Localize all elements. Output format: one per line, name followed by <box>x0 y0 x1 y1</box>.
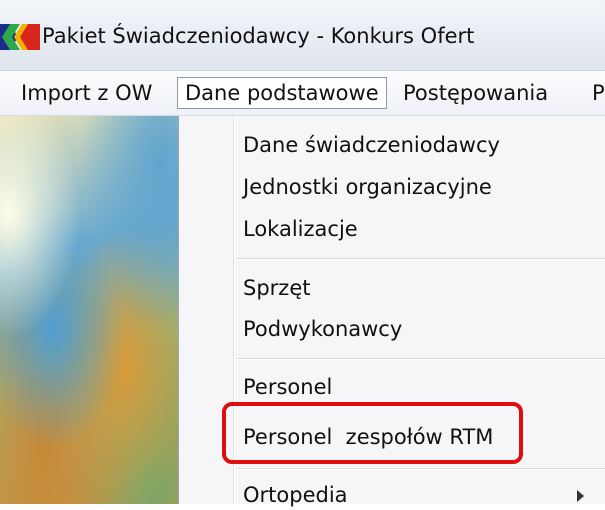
menu-item-lokalizacje[interactable]: Lokalizacje <box>243 214 358 244</box>
menu-item-jednostki-organizacyjne[interactable]: Jednostki organizacyjne <box>243 172 492 202</box>
window-title: Pakiet Świadczeniodawcy - Konkurs Ofert <box>42 24 475 48</box>
menu-separator <box>237 258 605 260</box>
title-bar: Pakiet Świadczeniodawcy - Konkurs Ofert <box>0 0 605 71</box>
menu-item-dane-swiadczeniodawcy[interactable]: Dane świadczeniodawcy <box>243 130 500 160</box>
menu-dane-podstawowe[interactable]: Dane podstawowe <box>177 77 387 109</box>
highlight-box <box>222 402 523 464</box>
menu-item-podwykonawcy[interactable]: Podwykonawcy <box>243 314 402 344</box>
menu-bar: Import z OW Dane podstawowe Postępowania… <box>0 71 605 116</box>
app-logo-icon <box>0 24 40 50</box>
menu-item-truncated[interactable]: P <box>585 78 605 108</box>
desktop-background <box>0 116 178 504</box>
menu-separator <box>237 468 605 470</box>
menu-postepowania[interactable]: Postępowania <box>396 78 555 108</box>
menu-import-z-ow[interactable]: Import z OW <box>14 78 159 108</box>
submenu-arrow-icon <box>577 490 584 502</box>
menu-separator <box>237 358 605 360</box>
menu-item-ortopedia[interactable]: Ortopedia <box>243 480 348 510</box>
menu-item-sprzet[interactable]: Sprzęt <box>243 273 310 303</box>
menu-item-personel[interactable]: Personel <box>243 372 332 402</box>
